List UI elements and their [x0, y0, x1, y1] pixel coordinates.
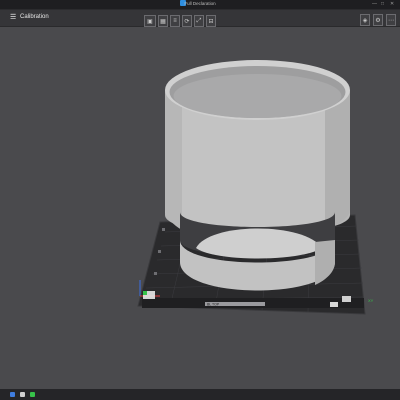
cube-icon[interactable]: ▣: [144, 15, 156, 27]
scale-icon[interactable]: ⤢: [194, 15, 204, 27]
more-icon[interactable]: ⋯: [386, 14, 396, 26]
split-icon[interactable]: ⊟: [206, 15, 216, 27]
plate-id-marker: [330, 302, 338, 307]
maximize-icon[interactable]: □: [381, 1, 384, 7]
layers-icon[interactable]: ≡: [170, 15, 180, 27]
status-icon-2[interactable]: [20, 392, 25, 397]
settings-icon[interactable]: ⚙: [373, 14, 383, 26]
3d-viewport[interactable]: BL TOP XY: [0, 27, 400, 387]
bed-label: BL TOP: [207, 303, 220, 307]
project-name[interactable]: Calibration: [20, 14, 49, 20]
3d-model[interactable]: [165, 60, 350, 291]
status-icon-1[interactable]: [10, 392, 15, 397]
window-title: Full Declaration: [184, 1, 216, 6]
grid-icon[interactable]: ▦: [158, 15, 168, 27]
title-bar: Full Declaration — □ ✕: [0, 0, 400, 10]
menu-icon[interactable]: ☰: [10, 13, 16, 21]
axis-x-label: XY: [368, 298, 374, 303]
view-tools: ◈ ⚙ ⋯: [360, 14, 396, 26]
status-icon-3[interactable]: [30, 392, 35, 397]
status-bar: [0, 389, 400, 400]
view-icon[interactable]: ◈: [360, 14, 370, 26]
close-icon[interactable]: ✕: [390, 1, 394, 7]
plate-corner-marker: [342, 296, 351, 302]
rotate-icon[interactable]: ⟳: [182, 15, 192, 27]
minimize-icon[interactable]: —: [372, 1, 377, 7]
